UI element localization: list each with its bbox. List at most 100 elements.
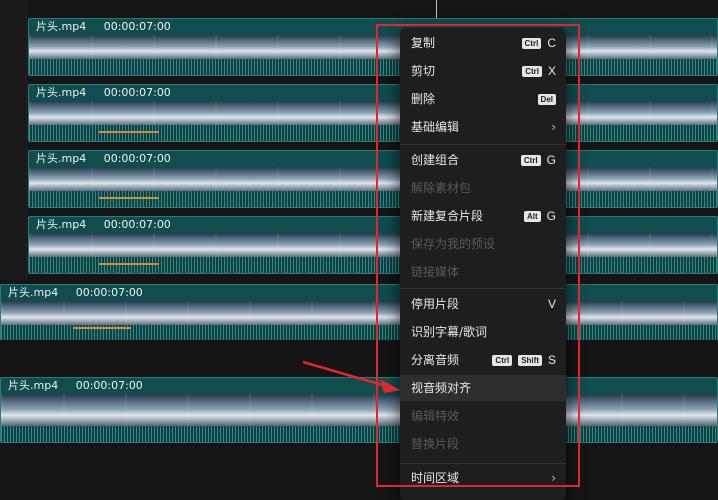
clip-name: 片头.mp4 — [36, 86, 87, 99]
menu-item-av-align[interactable]: 视音频对齐 — [400, 375, 566, 401]
submenu-indicator: › — [551, 114, 556, 140]
menu-item-label: 时间区域 — [411, 471, 460, 485]
menu-item-replace-clip: 替换片段 — [400, 431, 566, 457]
shortcut: Ctrl X — [522, 58, 556, 84]
video-clip-5[interactable]: 片头.mp4 00:00:07:00 — [0, 284, 718, 342]
chevron-right-icon: › — [551, 471, 556, 485]
clip-duration: 00:00:07:00 — [103, 152, 171, 165]
clip-header: 片头.mp4 00:00:07:00 — [1, 285, 717, 301]
menu-item-new-compound-clip[interactable]: 新建复合片段 Alt G — [400, 203, 566, 229]
menu-item-label: 剪切 — [411, 64, 436, 78]
shortcut: V — [548, 291, 556, 317]
menu-item-separate-audio[interactable]: 分离音频 Ctrl Shift S — [400, 347, 566, 373]
clip-header: 片头.mp4 00:00:07:00 — [29, 151, 717, 167]
video-clip-3[interactable]: 片头.mp4 00:00:07:00 — [28, 150, 718, 208]
menu-divider — [400, 144, 566, 145]
menu-divider — [400, 463, 566, 464]
shortcut: Alt G — [523, 203, 556, 229]
shortcut: Ctrl Shift S — [492, 347, 556, 373]
track-header-gutter — [0, 0, 27, 280]
shortcut-key: S — [547, 353, 556, 367]
shortcut-key: V — [547, 297, 556, 311]
menu-item-label: 视音频对齐 — [411, 381, 472, 395]
video-clip-6[interactable]: 片头.mp4 00:00:07:00 — [0, 377, 718, 443]
menu-item-label: 链接媒体 — [411, 265, 460, 279]
video-clip-4[interactable]: 片头.mp4 00:00:07:00 — [28, 216, 718, 274]
shortcut-key: G — [546, 209, 556, 223]
menu-item-basic-edit[interactable]: 基础编辑 › — [400, 114, 566, 140]
shortcut: Ctrl G — [520, 147, 556, 173]
menu-item-recognize-subtitles[interactable]: 识别字幕/歌词 — [400, 319, 566, 345]
audio-marker — [99, 131, 159, 133]
menu-item-label: 替换片段 — [411, 437, 460, 451]
shortcut-key: Del — [537, 93, 556, 105]
clip-thumbnails — [29, 233, 717, 259]
shortcut-key: G — [546, 153, 556, 167]
menu-item-time-region[interactable]: 时间区域 › — [400, 465, 566, 491]
clip-header: 片头.mp4 00:00:07:00 — [1, 378, 717, 394]
clip-waveform — [29, 125, 717, 141]
clip-waveform — [29, 257, 717, 273]
shortcut-modifier: Ctrl — [520, 154, 541, 166]
menu-item-create-group[interactable]: 创建组合 Ctrl G — [400, 147, 566, 173]
shortcut-modifier: Ctrl — [522, 65, 542, 77]
menu-item-label: 保存为我的预设 — [411, 237, 496, 251]
shortcut: Del — [537, 86, 556, 112]
clip-thumbnails — [29, 35, 717, 61]
menu-item-label: 删除 — [411, 92, 436, 106]
menu-item-copy[interactable]: 复制 Ctrl C — [400, 30, 566, 56]
clip-waveform — [1, 426, 717, 442]
clip-name: 片头.mp4 — [36, 218, 87, 231]
clip-name: 片头.mp4 — [8, 286, 59, 299]
menu-item-label: 复制 — [411, 36, 436, 50]
clip-thumbnails — [29, 167, 717, 193]
chevron-right-icon: › — [551, 120, 556, 134]
menu-item-label: 解除素材包 — [411, 181, 472, 195]
clip-duration: 00:00:07:00 — [75, 379, 143, 392]
menu-item-save-preset: 保存为我的预设 — [400, 231, 566, 257]
context-menu: 复制 Ctrl C 剪切 Ctrl X 删除 Del 基础编辑 › 创建组合 C… — [400, 28, 566, 500]
timeline: 片头.mp4 00:00:07:00 片头.mp4 00:00:07:00 片头… — [0, 0, 718, 500]
menu-item-delete[interactable]: 删除 Del — [400, 86, 566, 112]
submenu-indicator: › — [551, 465, 556, 491]
shortcut-modifier: Ctrl — [492, 354, 513, 366]
menu-item-label: 识别字幕/歌词 — [411, 325, 488, 339]
menu-item-label: 编辑特效 — [411, 409, 460, 423]
menu-item-label: 新建复合片段 — [411, 209, 484, 223]
video-clip-2[interactable]: 片头.mp4 00:00:07:00 — [28, 84, 718, 142]
menu-item-ungroup: 解除素材包 — [400, 175, 566, 201]
menu-divider — [400, 288, 566, 289]
clip-waveform — [29, 191, 717, 207]
shortcut-key: X — [547, 64, 556, 78]
clip-thumbnails — [1, 394, 717, 428]
menu-item-label: 分离音频 — [411, 353, 460, 367]
clip-header: 片头.mp4 00:00:07:00 — [29, 217, 717, 233]
shortcut-key: C — [547, 36, 556, 50]
clip-name: 片头.mp4 — [36, 152, 87, 165]
menu-item-label: 停用片段 — [411, 297, 460, 311]
clip-duration: 00:00:07:00 — [103, 20, 171, 33]
audio-marker — [73, 327, 131, 329]
clip-thumbnails — [1, 301, 717, 327]
clip-name: 片头.mp4 — [8, 379, 59, 392]
menu-item-edit-effects: 编辑特效 — [400, 403, 566, 429]
audio-marker — [99, 263, 159, 265]
clip-name: 片头.mp4 — [36, 20, 87, 33]
clip-thumbnails — [29, 101, 717, 127]
clip-header: 片头.mp4 00:00:07:00 — [29, 85, 717, 101]
clip-header: 片头.mp4 00:00:07:00 — [29, 19, 717, 35]
menu-item-label: 创建组合 — [411, 153, 460, 167]
clip-waveform — [29, 59, 717, 75]
shortcut-modifier: Alt — [523, 210, 541, 222]
shortcut: Ctrl C — [521, 30, 556, 56]
clip-duration: 00:00:07:00 — [103, 218, 171, 231]
clip-duration: 00:00:07:00 — [75, 286, 143, 299]
empty-track — [0, 340, 718, 376]
shortcut-modifier: Shift — [518, 354, 542, 366]
menu-item-link-media: 链接媒体 — [400, 259, 566, 285]
clip-duration: 00:00:07:00 — [103, 86, 171, 99]
video-clip-1[interactable]: 片头.mp4 00:00:07:00 — [28, 18, 718, 76]
menu-item-disable-clip[interactable]: 停用片段 V — [400, 291, 566, 317]
menu-item-cut[interactable]: 剪切 Ctrl X — [400, 58, 566, 84]
audio-marker — [99, 197, 159, 199]
